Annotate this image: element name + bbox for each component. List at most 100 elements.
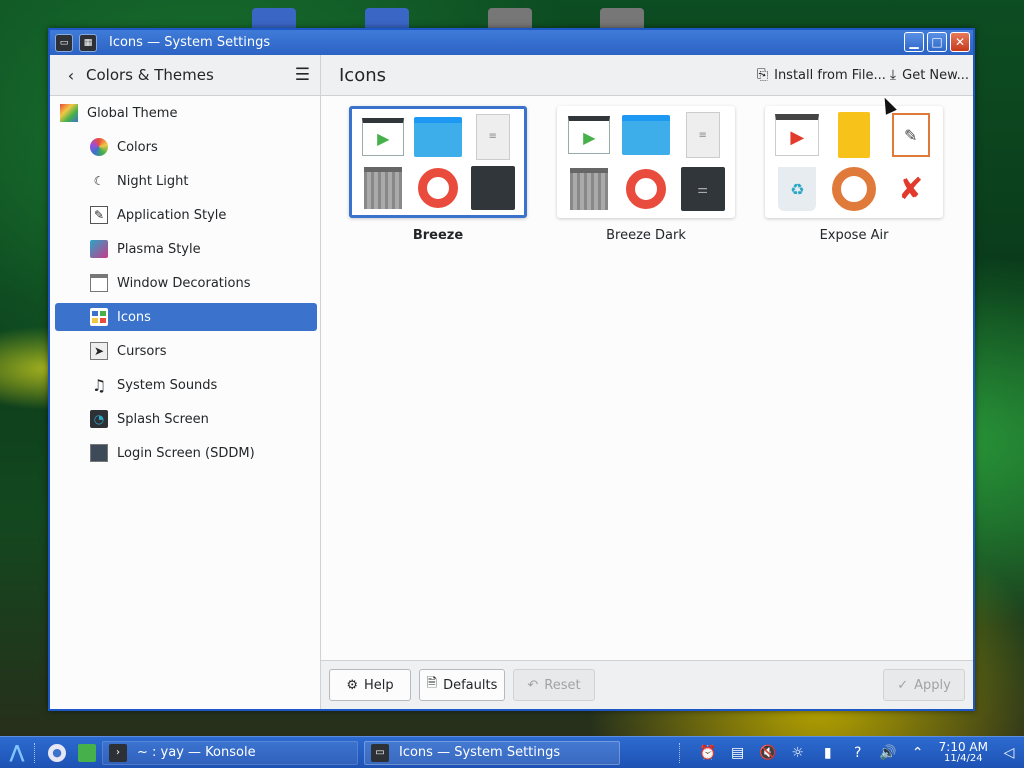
back-button[interactable]: ‹: [60, 64, 82, 86]
undo-icon: ↶: [527, 677, 539, 693]
reset-button[interactable]: ↶ Reset: [513, 669, 595, 701]
task-konsole[interactable]: › ~ : yay — Konsole: [102, 740, 358, 765]
get-new-label: Get New...: [902, 67, 969, 83]
get-new-button[interactable]: ⤓ Get New...: [890, 64, 969, 86]
help-icon: ⚙: [346, 677, 358, 693]
trash-icon: [364, 166, 403, 209]
minimize-button[interactable]: ▁: [904, 32, 924, 52]
sidebar: Global Theme Colors ☾ Night Light ✎ Appl…: [50, 96, 321, 709]
task-label: ~ : yay — Konsole: [137, 745, 256, 760]
sidebar-item-colors[interactable]: Colors: [55, 133, 317, 161]
desktop-icon[interactable]: [365, 8, 409, 30]
sidebar-item-plasma-style[interactable]: Plasma Style: [55, 235, 317, 263]
sidebar-item-label: Cursors: [117, 343, 167, 359]
close-button[interactable]: ✕: [950, 32, 970, 52]
media-player-icon: ▶: [775, 114, 820, 156]
checkmark-icon: ✓: [897, 677, 909, 693]
window-decorations-icon: [90, 274, 108, 292]
help-button[interactable]: ⚙ Help: [329, 669, 411, 701]
sidebar-item-system-sounds[interactable]: ♫ System Sounds: [55, 371, 317, 399]
window-menu-icon[interactable]: ▭: [55, 33, 73, 52]
page-title: Icons: [339, 64, 387, 86]
desktop-icon[interactable]: [252, 8, 296, 30]
trash-icon: [570, 168, 609, 210]
volume-icon[interactable]: 🔊: [879, 745, 897, 761]
desktop-icon[interactable]: [600, 8, 644, 30]
peek-desktop-icon[interactable]: ◁: [1000, 745, 1018, 761]
sidebar-header-title: Colors & Themes: [86, 66, 214, 84]
reset-label: Reset: [544, 677, 581, 693]
defaults-button[interactable]: 🗎 Defaults: [419, 669, 505, 701]
clipboard-icon[interactable]: ▤: [729, 745, 747, 761]
footer-bar: ⚙ Help 🗎 Defaults ↶ Reset ✓ Apply: [321, 660, 973, 709]
clock-date: 11/4/24: [944, 752, 983, 764]
apply-button[interactable]: ✓ Apply: [883, 669, 965, 701]
color-wheel-icon: [90, 138, 108, 156]
task-system-settings[interactable]: ▭ Icons — System Settings: [364, 740, 620, 765]
sidebar-item-global-theme[interactable]: Global Theme: [55, 99, 317, 127]
plasma-style-icon: [90, 240, 108, 258]
download-icon: ⤓: [889, 67, 897, 83]
window-title: Icons — System Settings: [109, 35, 271, 50]
document-icon: ≡: [475, 113, 510, 160]
theme-tile-expose-air[interactable]: ▶ ✎ ♻ ✘: [765, 106, 943, 218]
install-from-file-button[interactable]: ⎘ Install from File...: [757, 64, 886, 86]
sidebar-item-label: System Sounds: [117, 377, 218, 393]
sidebar-item-night-light[interactable]: ☾ Night Light: [55, 167, 317, 195]
battery-icon[interactable]: ▮: [819, 745, 837, 761]
folder-icon: [413, 116, 462, 157]
tools-icon: ✘: [898, 171, 924, 207]
apply-label: Apply: [914, 677, 951, 693]
theme-name: Breeze Dark: [606, 228, 686, 243]
media-player-icon: ▶: [568, 116, 611, 154]
sidebar-item-cursors[interactable]: ➤ Cursors: [55, 337, 317, 365]
konsole-icon: ›: [109, 743, 127, 762]
help-lifebuoy-icon: [625, 169, 666, 209]
help-icon[interactable]: ?: [849, 745, 867, 761]
login-screen-icon: [90, 444, 108, 462]
titlebar[interactable]: ▭ ▦ Icons — System Settings ▁ □ ✕: [50, 30, 973, 55]
icon-theme-grid: ▶ ≡ Breeze ▶ ≡ ⚌ Breeze Dark ▶ ✎ ♻ ✘ Exp: [321, 96, 973, 661]
music-note-icon: ♫: [91, 375, 107, 395]
notepad-icon: ✎: [891, 113, 930, 157]
system-settings-window: ▭ ▦ Icons — System Settings ▁ □ ✕ ‹ Colo…: [48, 28, 975, 711]
global-theme-icon: [60, 104, 78, 122]
app-launcher-icon[interactable]: ⋀: [6, 742, 28, 764]
sidebar-item-label: Icons: [117, 309, 151, 325]
application-style-icon: ✎: [90, 206, 108, 224]
system-settings-icon: ▭: [371, 743, 389, 762]
task-label: Icons — System Settings: [399, 745, 561, 760]
browser-icon[interactable]: ●: [48, 743, 66, 762]
sidebar-item-icons[interactable]: Icons: [55, 303, 317, 331]
theme-name: Expose Air: [819, 228, 889, 243]
chevron-left-icon: ‹: [67, 65, 75, 85]
notifications-icon[interactable]: ⏰: [699, 745, 717, 761]
clock[interactable]: 7:10 AM 11/4/24: [939, 741, 988, 765]
maximize-button[interactable]: □: [927, 32, 947, 52]
sidebar-item-window-decorations[interactable]: Window Decorations: [55, 269, 317, 297]
theme-tile-breeze-dark[interactable]: ▶ ≡ ⚌: [557, 106, 735, 218]
sidebar-item-splash-screen[interactable]: ◔ Splash Screen: [55, 405, 317, 433]
hamburger-menu-icon[interactable]: ☰: [295, 65, 310, 85]
sidebar-item-label: Night Light: [117, 173, 189, 189]
sidebar-item-label: Login Screen (SDDM): [117, 445, 255, 461]
theme-tile-breeze[interactable]: ▶ ≡: [349, 106, 527, 218]
brightness-icon[interactable]: ☼: [789, 745, 807, 761]
cursor-icon: ➤: [90, 342, 108, 360]
desktop-icon[interactable]: [488, 8, 532, 30]
document-icon: ≡: [685, 112, 720, 158]
splash-screen-icon: ◔: [90, 410, 108, 428]
system-tray: ⏰ ▤ 🔇 ☼ ▮ ? 🔊 ⌃ 7:10 AM 11/4/24 ◁: [673, 741, 1018, 765]
theme-name: Breeze: [412, 228, 464, 243]
file-manager-icon[interactable]: [78, 743, 96, 762]
sidebar-item-application-style[interactable]: ✎ Application Style: [55, 201, 317, 229]
chevron-up-icon[interactable]: ⌃: [909, 745, 927, 761]
sidebar-item-login-screen[interactable]: Login Screen (SDDM): [55, 439, 317, 467]
sidebar-item-label: Splash Screen: [117, 411, 209, 427]
defaults-label: Defaults: [443, 677, 498, 693]
defaults-icon: 🗎: [426, 676, 438, 691]
audio-muted-icon[interactable]: 🔇: [759, 745, 777, 761]
sidebar-header: ‹ Colors & Themes ☰: [50, 55, 321, 95]
sidebar-item-label: Plasma Style: [117, 241, 201, 257]
settings-grid-icon[interactable]: ▦: [79, 33, 97, 52]
